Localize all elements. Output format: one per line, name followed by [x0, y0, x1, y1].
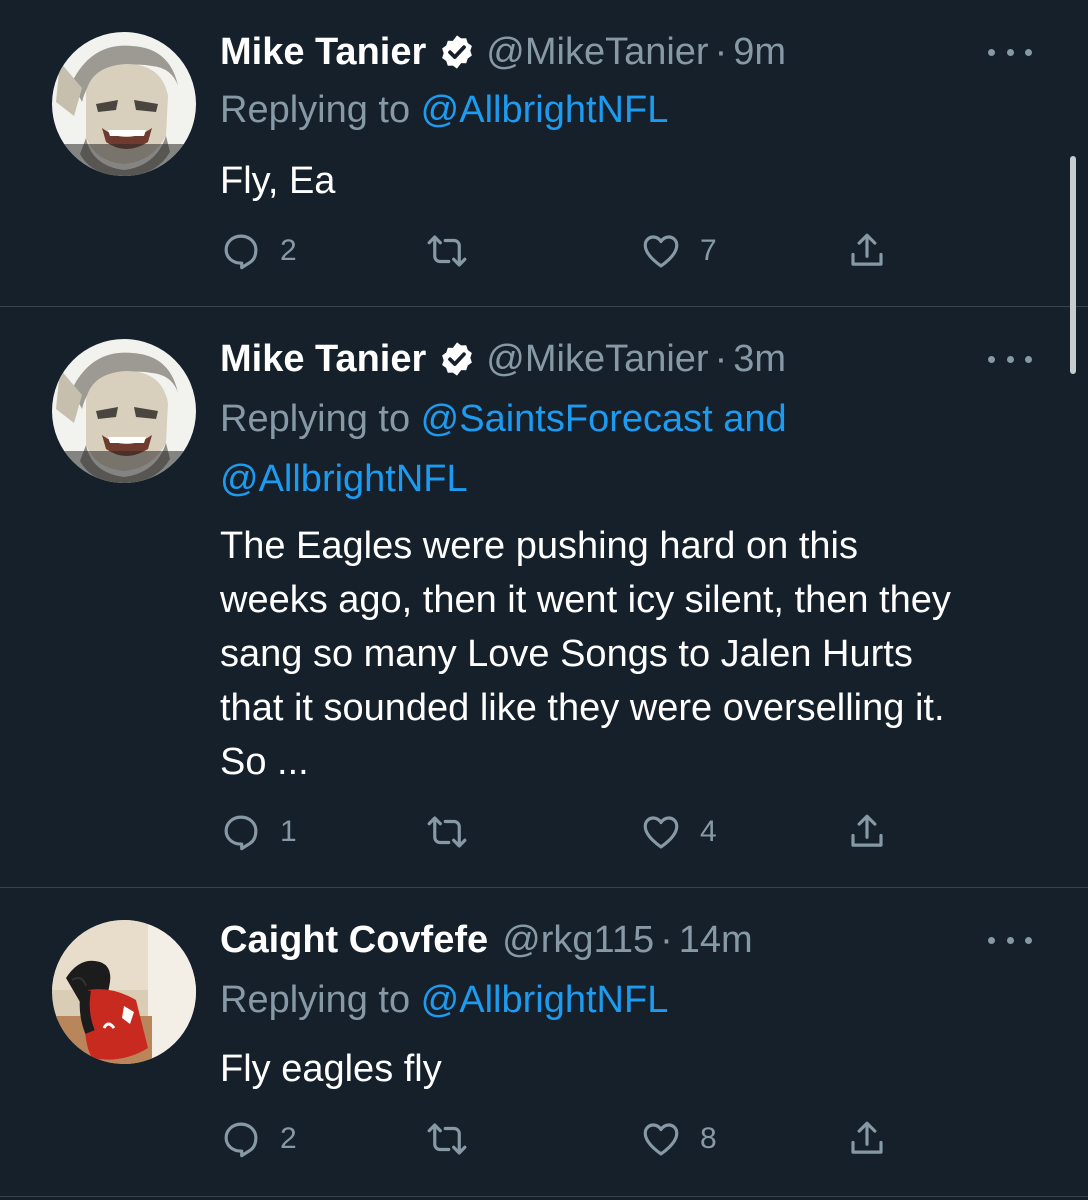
share-button[interactable] — [846, 1114, 888, 1164]
tweet-text: Fly, Ea — [220, 160, 336, 202]
like-button[interactable]: 8 — [640, 1114, 717, 1164]
display-name[interactable]: Caight Covfefe — [220, 919, 488, 962]
replying-to: Replying to @AllbrightNFL — [220, 970, 920, 1030]
like-button[interactable]: 7 — [640, 226, 717, 276]
divider — [0, 1196, 1088, 1197]
heart-icon — [643, 235, 679, 268]
replying-to: Replying to @AllbrightNFL — [220, 80, 920, 140]
verified-badge-icon — [442, 342, 473, 376]
timestamp[interactable]: 9m — [733, 31, 786, 74]
verified-badge-icon — [442, 35, 473, 69]
reply-count: 1 — [280, 815, 297, 848]
reply-icon — [224, 1122, 258, 1158]
separator-dot: · — [714, 30, 728, 73]
like-count: 8 — [700, 1122, 717, 1155]
reply-button[interactable]: 1 — [220, 807, 297, 857]
replying-to-mention[interactable]: @AllbrightNFL — [421, 89, 669, 131]
reply-button[interactable]: 2 — [220, 1114, 297, 1164]
tweet[interactable]: Mike Tanier @MikeTanier · 3m Replying to… — [0, 307, 1088, 887]
tweet-header: Mike Tanier @MikeTanier · 9m — [220, 30, 786, 74]
tweet-text: The Eagles were pushing hard on this wee… — [220, 525, 951, 783]
scrollbar[interactable] — [1070, 156, 1076, 374]
retweet-icon — [427, 816, 467, 848]
display-name[interactable]: Mike Tanier — [220, 338, 426, 381]
share-icon — [851, 1121, 883, 1154]
avatar[interactable] — [52, 339, 196, 483]
share-button[interactable] — [846, 226, 888, 276]
retweet-button[interactable] — [426, 226, 486, 276]
tweet-text: Fly eagles fly — [220, 1048, 442, 1090]
share-icon — [851, 233, 883, 266]
tweet-actions: 2 8 — [220, 1114, 920, 1164]
retweet-button[interactable] — [426, 1114, 486, 1164]
more-options-icon[interactable] — [988, 347, 1032, 371]
heart-icon — [643, 816, 679, 849]
more-options-icon[interactable] — [988, 928, 1032, 952]
reply-button[interactable]: 2 — [220, 226, 297, 276]
share-icon — [851, 814, 883, 847]
tweet[interactable]: Mike Tanier @MikeTanier · 9m Replying to… — [0, 0, 1088, 306]
like-count: 4 — [700, 815, 717, 848]
reply-icon — [224, 234, 258, 270]
heart-icon — [643, 1123, 679, 1156]
timestamp[interactable]: 3m — [733, 338, 786, 381]
retweet-icon — [427, 1123, 467, 1155]
like-button[interactable]: 4 — [640, 807, 717, 857]
replying-to-mention[interactable]: @AllbrightNFL — [421, 979, 669, 1021]
reply-icon — [224, 815, 258, 851]
separator-dot: · — [660, 918, 673, 961]
reply-count: 2 — [280, 234, 297, 267]
tweet-header: Caight Covfefe @rkg115 · 14m — [220, 918, 753, 962]
tweet-header: Mike Tanier @MikeTanier · 3m — [220, 337, 786, 381]
tweet-actions: 2 7 — [220, 226, 920, 276]
replying-to-label: Replying to — [220, 398, 421, 440]
like-count: 7 — [700, 234, 717, 267]
replying-to-label: Replying to — [220, 979, 421, 1021]
display-name[interactable]: Mike Tanier — [220, 31, 426, 74]
tweet[interactable]: Caight Covfefe @rkg115 · 14m Replying to… — [0, 888, 1088, 1200]
replying-to-label: Replying to — [220, 89, 421, 131]
avatar[interactable] — [52, 32, 196, 176]
separator-dot: · — [714, 337, 728, 380]
handle[interactable]: @MikeTanier — [486, 31, 708, 74]
retweet-button[interactable] — [426, 807, 486, 857]
retweet-icon — [427, 235, 467, 267]
replying-to: Replying to @SaintsForecast and @Allbrig… — [220, 389, 880, 509]
timestamp[interactable]: 14m — [679, 919, 753, 962]
avatar[interactable] — [52, 920, 196, 1064]
handle[interactable]: @rkg115 — [502, 919, 654, 962]
share-button[interactable] — [846, 807, 888, 857]
more-options-icon[interactable] — [988, 40, 1032, 64]
reply-count: 2 — [280, 1122, 297, 1155]
tweet-actions: 1 4 — [220, 807, 920, 857]
handle[interactable]: @MikeTanier — [486, 338, 708, 381]
